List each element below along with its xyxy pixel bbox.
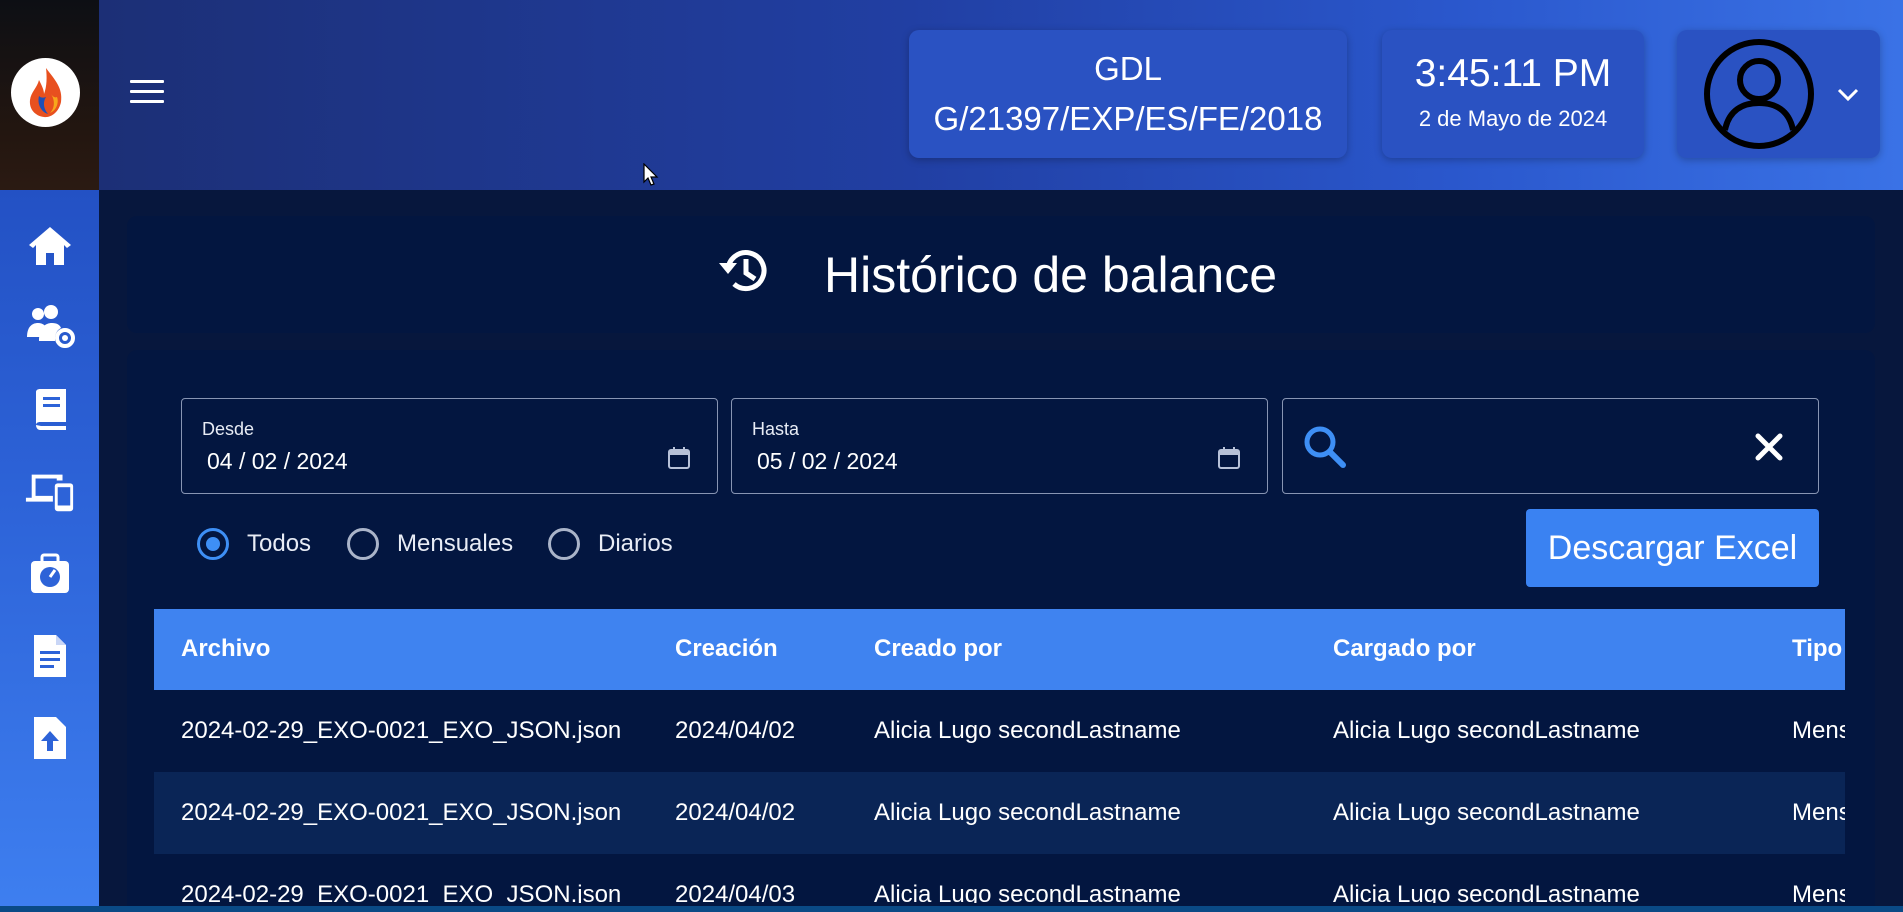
cell-creacion: 2024/04/02 bbox=[675, 799, 796, 826]
cell-creacion: 2024/04/03 bbox=[675, 881, 796, 903]
radio-mensuales-label: Mensuales bbox=[397, 530, 514, 557]
column-header-cargado-por[interactable]: Cargado por bbox=[1333, 635, 1476, 663]
cell-tipo: Mensual bbox=[1792, 717, 1845, 744]
date-to-field[interactable]: Hasta 05 / 02 / 2024 bbox=[731, 398, 1268, 494]
cell-archivo: 2024-02-29_EXO-0021_EXO_JSON.json bbox=[181, 881, 622, 903]
bottom-scrollbar[interactable] bbox=[0, 906, 1903, 912]
menu-toggle-icon[interactable] bbox=[130, 80, 164, 108]
cell-creacion: 2024/04/02 bbox=[675, 717, 796, 744]
radio-selected-icon bbox=[197, 528, 229, 560]
cell-cargado-por: Alicia Lugo secondLastname bbox=[1333, 881, 1640, 903]
home-icon bbox=[29, 227, 71, 265]
search-icon bbox=[1304, 426, 1346, 468]
user-menu[interactable] bbox=[1677, 30, 1880, 158]
table-row[interactable]: 2024-02-29_EXO-0021_EXO_JSON.json 2024/0… bbox=[154, 854, 1845, 903]
user-avatar-icon bbox=[1704, 39, 1814, 149]
sidebar bbox=[0, 0, 99, 912]
chevron-down-icon bbox=[1837, 88, 1859, 102]
table-row[interactable]: 2024-02-29_EXO-0021_EXO_JSON.json 2024/0… bbox=[154, 772, 1845, 854]
sidebar-item-gauge[interactable] bbox=[24, 548, 76, 600]
current-date: 2 de Mayo de 2024 bbox=[1418, 106, 1608, 131]
radio-unselected-icon bbox=[548, 528, 580, 560]
date-from-value[interactable]: 04 / 02 / 2024 bbox=[207, 448, 348, 475]
page-title: Histórico de balance bbox=[824, 247, 1278, 303]
column-header-creado-por[interactable]: Creado por bbox=[874, 635, 1002, 663]
sidebar-item-documents[interactable] bbox=[24, 630, 76, 682]
brand-logo[interactable] bbox=[11, 58, 80, 127]
cell-creado-por: Alicia Lugo secondLastname bbox=[874, 881, 1181, 903]
close-icon[interactable] bbox=[1755, 433, 1783, 461]
date-to-label: Hasta bbox=[752, 419, 800, 439]
cell-tipo: Mensual bbox=[1792, 881, 1845, 903]
radio-todos[interactable]: Todos bbox=[197, 524, 311, 564]
history-icon bbox=[719, 250, 767, 292]
permit-number: G/21397/EXP/ES/FE/2018 bbox=[933, 100, 1323, 137]
column-header-creacion[interactable]: Creación bbox=[675, 635, 778, 663]
sidebar-item-upload[interactable] bbox=[24, 712, 76, 764]
users-settings-icon bbox=[27, 305, 75, 348]
file-upload-icon bbox=[34, 717, 66, 759]
cell-cargado-por: Alicia Lugo secondLastname bbox=[1333, 799, 1640, 826]
site-card: GDL G/21397/EXP/ES/FE/2018 bbox=[909, 30, 1347, 158]
date-from-field[interactable]: Desde 04 / 02 / 2024 bbox=[181, 398, 718, 494]
table-header: Archivo Creación Creado por Cargado por … bbox=[154, 609, 1845, 690]
logo-area bbox=[0, 0, 99, 190]
radio-todos-label: Todos bbox=[247, 530, 312, 557]
sidebar-item-users[interactable] bbox=[24, 300, 76, 352]
document-list-icon bbox=[34, 635, 66, 677]
cell-archivo: 2024-02-29_EXO-0021_EXO_JSON.json bbox=[181, 799, 622, 826]
date-from-label: Desde bbox=[202, 419, 255, 439]
column-header-archivo[interactable]: Archivo bbox=[181, 635, 270, 663]
calendar-icon[interactable] bbox=[1217, 446, 1241, 470]
cell-archivo: 2024-02-29_EXO-0021_EXO_JSON.json bbox=[181, 717, 622, 744]
mouse-cursor-icon bbox=[643, 163, 659, 186]
column-header-tipo[interactable]: Tipo bbox=[1792, 635, 1842, 663]
cell-creado-por: Alicia Lugo secondLastname bbox=[874, 717, 1181, 744]
search-field[interactable] bbox=[1282, 398, 1819, 494]
history-table: Archivo Creación Creado por Cargado por … bbox=[154, 609, 1845, 903]
radio-diarios[interactable]: Diarios bbox=[548, 524, 673, 564]
sidebar-item-home[interactable] bbox=[24, 220, 76, 272]
download-excel-button[interactable]: Descargar Excel bbox=[1526, 509, 1819, 587]
cell-creado-por: Alicia Lugo secondLastname bbox=[874, 799, 1181, 826]
sidebar-item-book[interactable] bbox=[24, 384, 76, 436]
radio-diarios-label: Diarios bbox=[598, 530, 673, 557]
current-time: 3:45:11 PM bbox=[1414, 52, 1612, 95]
table-row[interactable]: 2024-02-29_EXO-0021_EXO_JSON.json 2024/0… bbox=[154, 690, 1845, 772]
radio-unselected-icon bbox=[347, 528, 379, 560]
devices-icon bbox=[25, 474, 74, 512]
radio-mensuales[interactable]: Mensuales bbox=[347, 524, 513, 564]
gauge-icon bbox=[31, 553, 69, 593]
clock-card: 3:45:11 PM 2 de Mayo de 2024 bbox=[1382, 30, 1644, 158]
date-to-value[interactable]: 05 / 02 / 2024 bbox=[757, 448, 898, 475]
book-icon bbox=[36, 389, 66, 430]
sidebar-item-devices[interactable] bbox=[24, 466, 76, 518]
cell-tipo: Mensual bbox=[1792, 799, 1845, 826]
calendar-icon[interactable] bbox=[667, 446, 691, 470]
site-code: GDL bbox=[1094, 50, 1162, 87]
cell-cargado-por: Alicia Lugo secondLastname bbox=[1333, 717, 1640, 744]
